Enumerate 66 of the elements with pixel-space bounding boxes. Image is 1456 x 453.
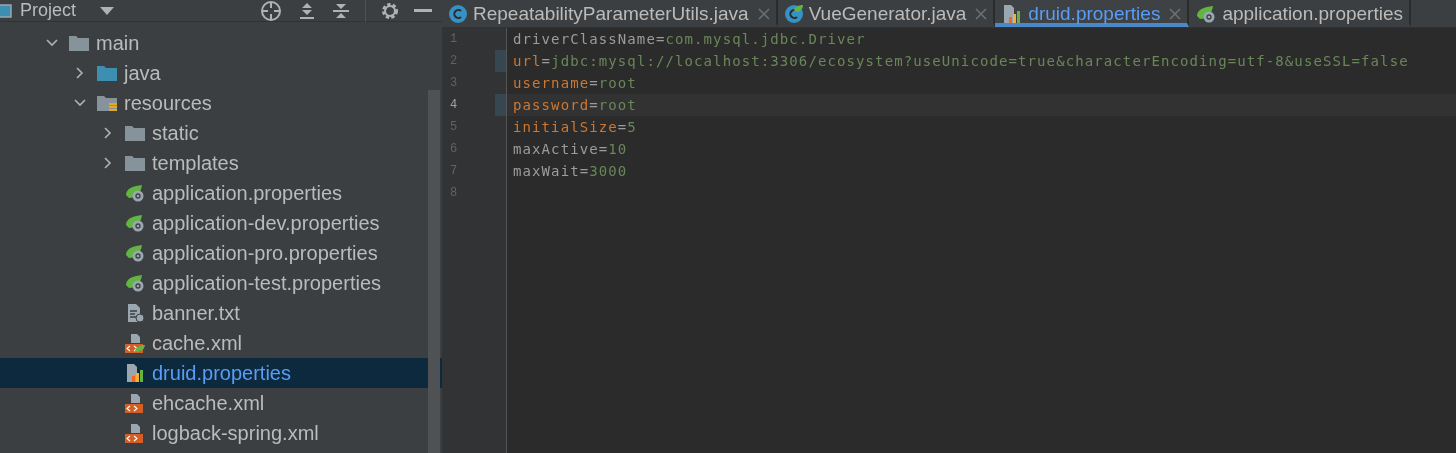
line-number: 4 — [450, 98, 459, 112]
chevron-icon[interactable] — [74, 67, 86, 79]
leaf-gear-icon — [124, 243, 146, 263]
code-line: maxWait=3000 — [512, 163, 628, 179]
tree-item[interactable]: application-dev.properties — [0, 208, 442, 238]
panel-title[interactable]: Project — [20, 0, 77, 21]
leaf-gear-icon — [124, 213, 146, 233]
tree-item[interactable]: application-test.properties — [0, 268, 442, 298]
tree-item[interactable]: resources — [0, 88, 442, 118]
tree-item[interactable]: druid.properties — [0, 358, 442, 388]
leaf-gear-icon — [124, 273, 146, 293]
folder-icon — [96, 63, 118, 83]
folder-icon — [96, 93, 118, 113]
item-label: resources — [124, 91, 212, 115]
settings-icon[interactable] — [380, 0, 400, 21]
xml-file-icon — [124, 423, 146, 443]
project-view-icon — [0, 3, 12, 18]
tree-item[interactable]: cache.xml — [0, 328, 442, 358]
item-label: application-pro.properties — [152, 241, 378, 265]
item-label: ehcache.xml — [152, 391, 265, 415]
item-label: java — [124, 61, 161, 85]
tree-item[interactable]: templates — [0, 148, 442, 178]
xml-file-icon — [124, 393, 146, 413]
item-label: templates — [152, 151, 239, 175]
folder-icon — [68, 33, 90, 53]
class-icon — [448, 3, 468, 24]
class-icon — [783, 3, 804, 24]
xml-file-icon — [124, 333, 146, 353]
code-line: initialSize=5 — [512, 119, 637, 135]
expand-all-icon[interactable] — [297, 0, 317, 21]
scrollbar[interactable] — [428, 90, 440, 453]
item-label: cache.xml — [152, 331, 243, 355]
chevron-icon[interactable] — [102, 127, 114, 139]
code-line: username=root — [512, 75, 637, 91]
item-label: application.properties — [152, 181, 343, 205]
tree-item[interactable]: application.properties — [0, 178, 442, 208]
leaf-gear-icon — [124, 183, 146, 203]
locate-icon[interactable] — [259, 0, 283, 23]
tree-item[interactable]: logback-spring.xml — [0, 418, 442, 448]
tree-item[interactable]: java — [0, 58, 442, 88]
tree-item[interactable]: main — [0, 28, 442, 58]
item-label: main — [96, 31, 140, 55]
code-line: driverClassName=com.mysql.jdbc.Driver — [512, 31, 866, 47]
editor-tab[interactable]: druid.properties — [995, 0, 1190, 27]
tree-item[interactable]: ehcache.xml — [0, 388, 442, 418]
item-label: banner.txt — [152, 301, 240, 325]
chevron-icon[interactable] — [46, 37, 58, 49]
item-label: application-test.properties — [152, 271, 381, 295]
chevron-icon[interactable] — [74, 97, 86, 109]
folder-icon — [124, 123, 146, 143]
code-line: maxActive=10 — [512, 141, 628, 157]
item-label: application-dev.properties — [152, 211, 380, 235]
code-line: url=jdbc:mysql://localhost:3306/ecosystem?useUnicode=true&characterEncoding=utf-8&useSSL=false — [512, 53, 1409, 69]
folder-icon — [124, 153, 146, 173]
chevron-icon[interactable] — [102, 157, 114, 169]
chart-file-icon — [124, 363, 146, 383]
item-label: druid.properties — [152, 361, 291, 385]
item-label: logback-spring.xml — [152, 421, 319, 445]
minimize-icon[interactable] — [414, 8, 432, 13]
tree-item[interactable]: static — [0, 118, 442, 148]
item-label: static — [152, 121, 199, 145]
code-line: password=root — [512, 97, 637, 113]
tree-item[interactable]: banner.txt — [0, 298, 442, 328]
editor-tab[interactable]: application.properties — [1189, 0, 1411, 27]
tree-item[interactable]: application-pro.properties — [0, 238, 442, 268]
dropdown-icon[interactable] — [100, 6, 115, 15]
